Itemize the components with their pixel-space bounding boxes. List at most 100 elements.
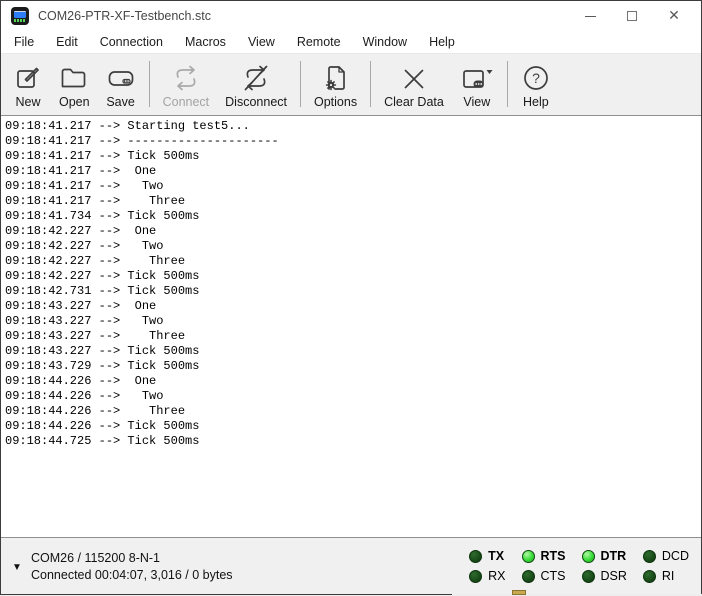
app-icon-keys xyxy=(14,19,26,22)
log-line: 09:18:42.227 --> Three xyxy=(5,254,701,269)
menu-help[interactable]: Help xyxy=(418,32,466,52)
disconnect-button[interactable]: Disconnect xyxy=(217,57,295,111)
dcd-led xyxy=(643,550,656,563)
minimize-icon xyxy=(585,16,596,17)
minimize-button[interactable] xyxy=(569,1,611,31)
signal-rts: RTS xyxy=(522,549,566,563)
background-window-tab xyxy=(512,590,526,595)
log-line: 09:18:43.227 --> Tick 500ms xyxy=(5,344,701,359)
log-line: 09:18:44.226 --> Tick 500ms xyxy=(5,419,701,434)
signal-dtr: DTR xyxy=(582,549,627,563)
app-window: COM26-PTR-XF-Testbench.stc ✕ File Edit C… xyxy=(0,0,702,595)
window-title: COM26-PTR-XF-Testbench.stc xyxy=(38,9,569,23)
app-icon-screen xyxy=(14,11,26,18)
close-icon: ✕ xyxy=(668,9,680,23)
status-bar: ▼ COM26 / 115200 8-N-1 Connected 00:04:0… xyxy=(1,538,701,594)
cts-led xyxy=(522,570,535,583)
log-line: 09:18:42.731 --> Tick 500ms xyxy=(5,284,701,299)
menu-bar: File Edit Connection Macros View Remote … xyxy=(1,31,701,54)
menu-edit[interactable]: Edit xyxy=(45,32,89,52)
options-button[interactable]: Options xyxy=(306,57,365,111)
connection-stats-text: Connected 00:04:07, 3,016 / 0 bytes xyxy=(31,568,469,582)
window-controls: ✕ xyxy=(569,1,695,31)
signal-cts: CTS xyxy=(522,569,566,583)
dcd-label: DCD xyxy=(662,549,689,563)
toolbar-separator xyxy=(370,61,371,107)
open-button[interactable]: Open xyxy=(51,57,98,111)
toolbar: New Open Save xyxy=(1,54,701,115)
dtr-label: DTR xyxy=(601,549,627,563)
svg-text:?: ? xyxy=(532,70,540,86)
clear-data-button[interactable]: Clear Data xyxy=(376,57,452,111)
log-line: 09:18:41.217 --> Three xyxy=(5,194,701,209)
log-line: 09:18:44.226 --> Three xyxy=(5,404,701,419)
maximize-icon xyxy=(627,11,637,21)
log-line: 09:18:44.226 --> One xyxy=(5,374,701,389)
menu-remote[interactable]: Remote xyxy=(286,32,352,52)
signal-tx: TX xyxy=(469,549,505,563)
app-icon xyxy=(11,7,29,25)
menu-macros[interactable]: Macros xyxy=(174,32,237,52)
log-line: 09:18:42.227 --> Tick 500ms xyxy=(5,269,701,284)
new-button[interactable]: New xyxy=(5,57,51,111)
tx-led[interactable] xyxy=(469,550,482,563)
ri-led xyxy=(643,570,656,583)
connection-status: COM26 / 115200 8-N-1 Connected 00:04:07,… xyxy=(31,551,469,582)
menu-connection[interactable]: Connection xyxy=(89,32,174,52)
rts-led[interactable] xyxy=(522,550,535,563)
chevron-down-icon: ▼ xyxy=(12,562,22,573)
port-settings-text: COM26 / 115200 8-N-1 xyxy=(31,551,469,565)
signal-rx: RX xyxy=(469,569,505,583)
view-window-icon xyxy=(460,62,494,94)
status-expander-button[interactable]: ▼ xyxy=(9,559,25,575)
toolbar-separator xyxy=(300,61,301,107)
log-line: 09:18:41.734 --> Tick 500ms xyxy=(5,209,701,224)
save-button[interactable]: Save xyxy=(98,57,144,111)
ri-label: RI xyxy=(662,569,675,583)
log-line: 09:18:42.227 --> One xyxy=(5,224,701,239)
cts-label: CTS xyxy=(541,569,566,583)
tx-label: TX xyxy=(488,549,504,563)
rts-label: RTS xyxy=(541,549,566,563)
view-button[interactable]: View xyxy=(452,57,502,111)
save-drive-icon xyxy=(106,62,136,94)
close-button[interactable]: ✕ xyxy=(653,1,695,31)
log-line: 09:18:41.217 --> Tick 500ms xyxy=(5,149,701,164)
toolbar-separator xyxy=(507,61,508,107)
log-line: 09:18:43.227 --> Three xyxy=(5,329,701,344)
clear-x-icon xyxy=(399,62,429,94)
title-bar[interactable]: COM26-PTR-XF-Testbench.stc ✕ xyxy=(1,1,701,31)
maximize-button[interactable] xyxy=(611,1,653,31)
help-button[interactable]: ? Help xyxy=(513,57,559,111)
log-line: 09:18:44.226 --> Two xyxy=(5,389,701,404)
options-gear-document-icon xyxy=(321,62,351,94)
chevron-down-icon xyxy=(486,70,492,74)
rx-label: RX xyxy=(488,569,505,583)
log-line: 09:18:43.227 --> One xyxy=(5,299,701,314)
disconnect-arrows-icon xyxy=(241,62,271,94)
rx-led xyxy=(469,570,482,583)
open-folder-icon xyxy=(59,62,89,94)
log-line: 09:18:43.729 --> Tick 500ms xyxy=(5,359,701,374)
dsr-led xyxy=(582,570,595,583)
terminal-log-area[interactable]: 09:18:41.217 --> Starting test5... 09:18… xyxy=(1,115,701,538)
dtr-led[interactable] xyxy=(582,550,595,563)
log-line: 09:18:41.217 --> One xyxy=(5,164,701,179)
menu-window[interactable]: Window xyxy=(352,32,418,52)
menu-view[interactable]: View xyxy=(237,32,286,52)
log-line: 09:18:41.217 --> --------------------- xyxy=(5,134,701,149)
log-line: 09:18:43.227 --> Two xyxy=(5,314,701,329)
log-line: 09:18:44.725 --> Tick 500ms xyxy=(5,434,701,449)
connect-arrows-icon xyxy=(171,62,201,94)
dsr-label: DSR xyxy=(601,569,627,583)
toolbar-separator xyxy=(149,61,150,107)
menu-file[interactable]: File xyxy=(3,32,45,52)
signal-dcd: DCD xyxy=(643,549,689,563)
signal-dsr: DSR xyxy=(582,569,627,583)
log-line: 09:18:41.217 --> Starting test5... xyxy=(5,119,701,134)
connect-button: Connect xyxy=(155,57,218,111)
signal-indicator-grid: TX RX RTS CTS DTR xyxy=(469,547,689,585)
new-document-icon xyxy=(13,62,43,94)
gear-icon xyxy=(326,80,335,89)
help-question-icon: ? xyxy=(521,62,551,94)
